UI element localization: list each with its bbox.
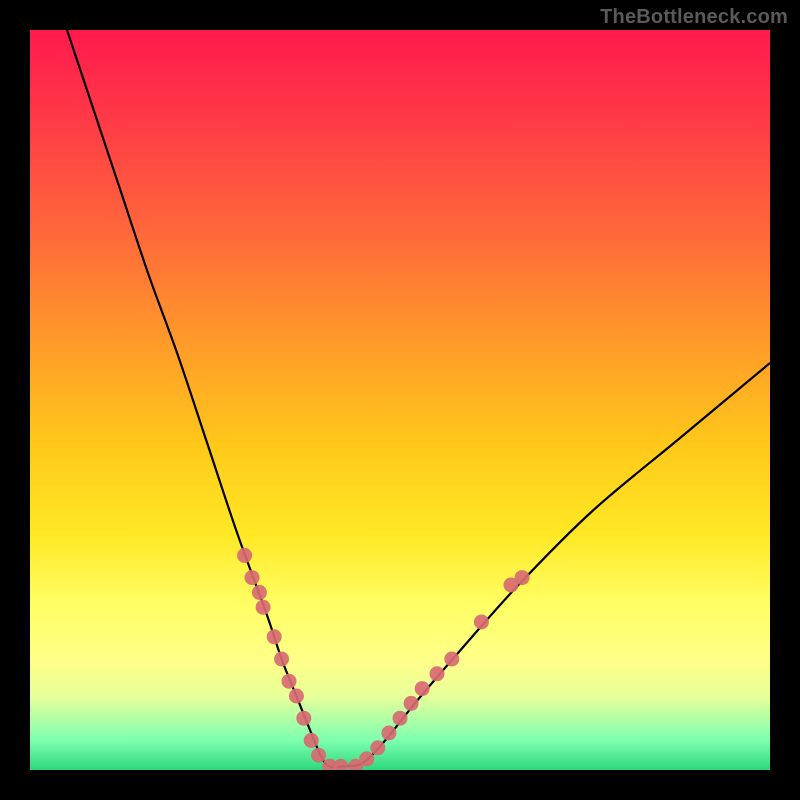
marker-dot [430, 666, 445, 681]
marker-dot [256, 600, 271, 615]
highlight-dots [237, 548, 529, 770]
marker-dot [474, 615, 489, 630]
chart-svg [30, 30, 770, 770]
attribution-watermark: TheBottleneck.com [600, 6, 788, 29]
marker-dot [381, 726, 396, 741]
marker-dot [393, 711, 408, 726]
marker-dot [359, 751, 374, 766]
marker-dot [333, 759, 348, 770]
marker-dot [237, 548, 252, 563]
marker-dot [444, 652, 459, 667]
marker-dot [274, 652, 289, 667]
marker-dot [404, 696, 419, 711]
bottleneck-curve [67, 30, 770, 767]
marker-dot [282, 674, 297, 689]
plot-area [30, 30, 770, 770]
marker-dot [267, 629, 282, 644]
marker-dot [252, 585, 267, 600]
marker-dot [289, 689, 304, 704]
marker-dot [515, 570, 530, 585]
marker-dot [304, 733, 319, 748]
marker-dot [415, 681, 430, 696]
marker-dot [370, 740, 385, 755]
marker-dot [245, 570, 260, 585]
marker-dot [296, 711, 311, 726]
marker-dot [311, 748, 326, 763]
